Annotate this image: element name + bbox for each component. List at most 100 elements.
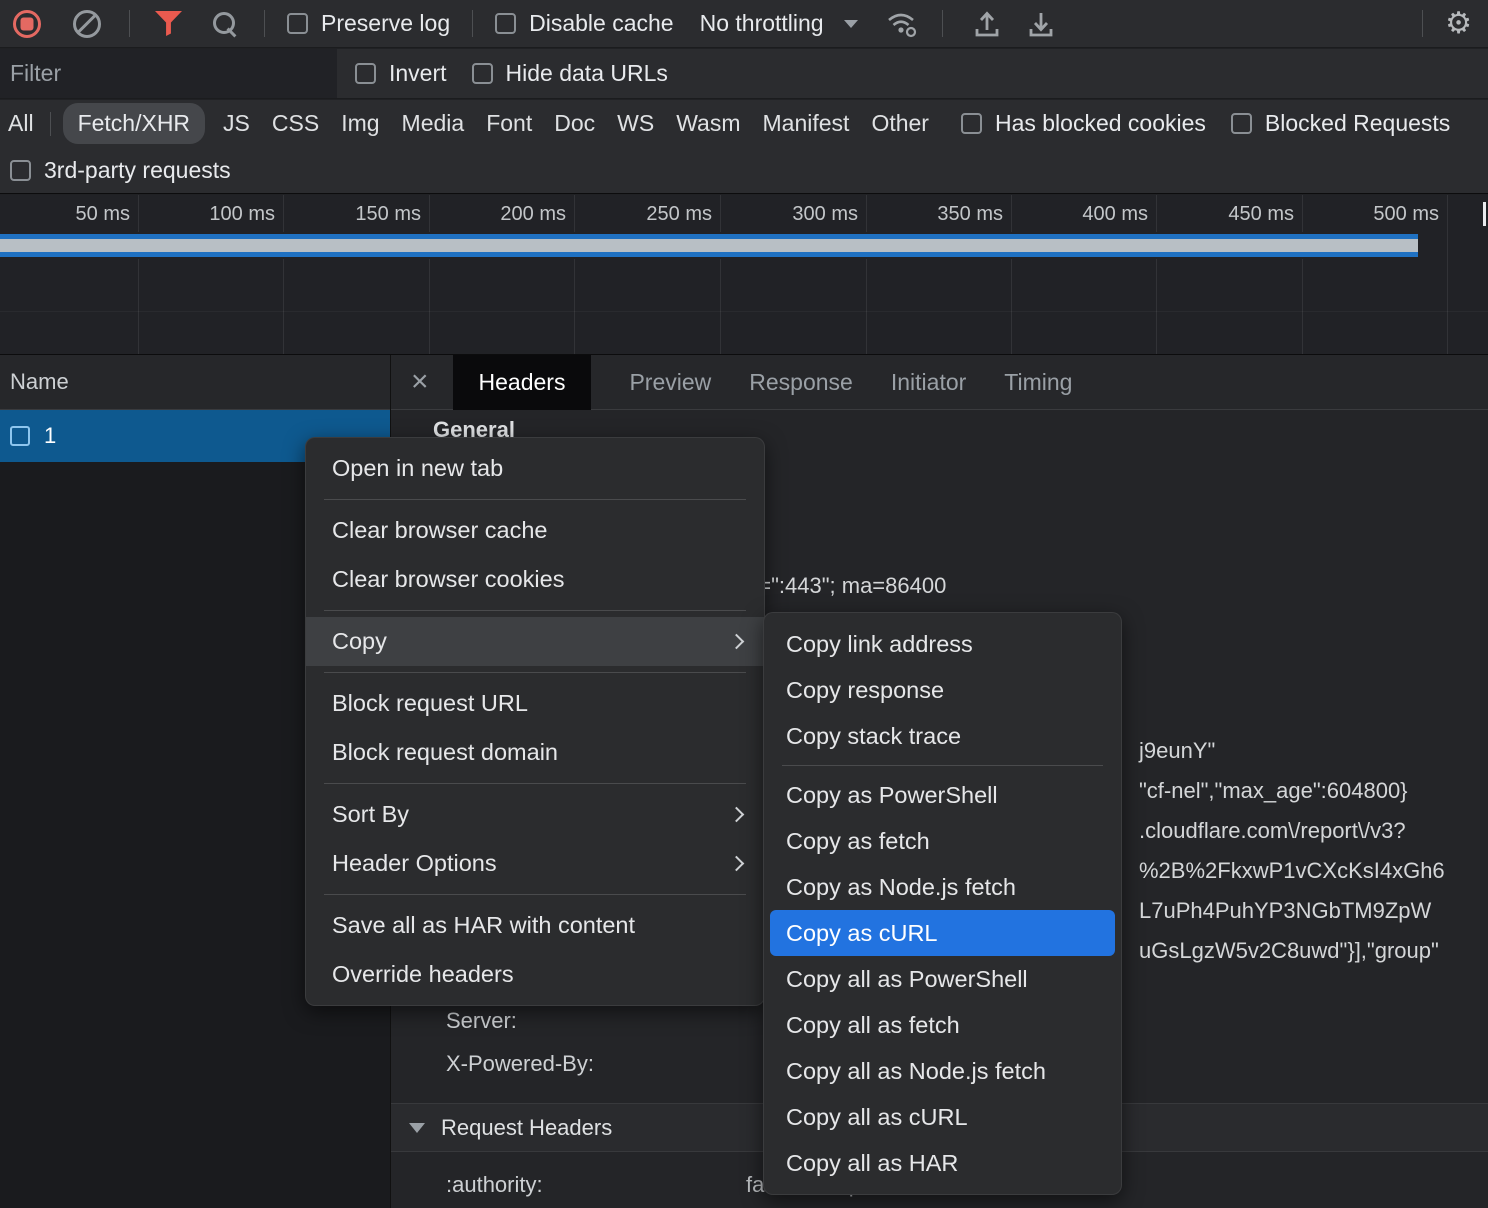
type-filter-js[interactable]: JS — [223, 110, 250, 137]
menu-item-label: Sort By — [332, 801, 409, 828]
submenu-item-copy-all-as-curl[interactable]: Copy all as cURL — [764, 1094, 1121, 1140]
has-blocked-cookies-checkbox[interactable] — [961, 113, 982, 134]
tab-timing[interactable]: Timing — [1004, 369, 1072, 396]
timeline-tick: 500 ms — [1339, 203, 1439, 226]
submenu-item-copy-all-as-nodejs-fetch[interactable]: Copy all as Node.js fetch — [764, 1048, 1121, 1094]
timeline-tick: 50 ms — [30, 203, 130, 226]
tab-initiator[interactable]: Initiator — [891, 369, 966, 396]
timeline-gridline — [720, 195, 721, 354]
settings-gear-icon[interactable]: ⚙ — [1445, 9, 1472, 39]
menu-item-label: Clear browser cookies — [332, 566, 564, 593]
name-column-label: Name — [10, 369, 69, 395]
submenu-item-copy-stack-trace[interactable]: Copy stack trace — [764, 713, 1121, 759]
menu-item-label: Copy — [332, 628, 387, 655]
blocked-requests-label: Blocked Requests — [1265, 110, 1450, 137]
menu-item-label: Copy stack trace — [786, 723, 961, 750]
menu-item-label: Override headers — [332, 961, 514, 988]
timeline-cursor — [1483, 202, 1486, 226]
type-filter-other[interactable]: Other — [871, 110, 929, 137]
hide-data-urls-checkbox[interactable] — [472, 63, 493, 84]
menu-item-open-in-new-tab[interactable]: Open in new tab — [306, 444, 764, 493]
submenu-item-copy-as-curl[interactable]: Copy as cURL — [770, 910, 1115, 956]
timeline-gridline — [429, 195, 430, 354]
menu-divider — [324, 783, 746, 784]
menu-item-label: Block request URL — [332, 690, 528, 717]
filter-toggle-icon[interactable] — [155, 11, 182, 36]
type-filter-manifest[interactable]: Manifest — [763, 110, 850, 137]
filter-placeholder: Filter — [10, 60, 61, 87]
tab-headers[interactable]: Headers — [453, 355, 592, 410]
submenu-item-copy-as-fetch[interactable]: Copy as fetch — [764, 818, 1121, 864]
tab-preview[interactable]: Preview — [629, 369, 711, 396]
preserve-log-checkbox[interactable] — [287, 13, 308, 34]
menu-item-override-headers[interactable]: Override headers — [306, 950, 764, 999]
timeline-gridline — [1156, 195, 1157, 354]
clear-network-log-button[interactable] — [73, 10, 101, 38]
submenu-item-copy-all-as-har[interactable]: Copy all as HAR — [764, 1140, 1121, 1186]
toolbar-divider — [942, 10, 943, 37]
type-filter-fetch-xhr[interactable]: Fetch/XHR — [63, 103, 205, 144]
has-blocked-cookies-label: Has blocked cookies — [995, 110, 1206, 137]
export-har-icon[interactable] — [1025, 8, 1057, 40]
import-har-icon[interactable] — [971, 8, 1003, 40]
submenu-item-copy-as-nodejs-fetch[interactable]: Copy as Node.js fetch — [764, 864, 1121, 910]
menu-item-save-all-as-har[interactable]: Save all as HAR with content — [306, 901, 764, 950]
invert-checkbox[interactable] — [355, 63, 376, 84]
request-row-checkbox[interactable] — [10, 426, 30, 446]
type-filter-media[interactable]: Media — [402, 110, 465, 137]
search-icon[interactable] — [211, 10, 239, 38]
server-header-label: Server: — [446, 1008, 517, 1034]
blocked-requests-checkbox[interactable] — [1231, 113, 1252, 134]
menu-item-clear-browser-cache[interactable]: Clear browser cache — [306, 506, 764, 555]
toolbar-divider — [472, 10, 473, 37]
timeline-gridline — [866, 195, 867, 354]
response-header-value-fragments: j9eunY" "cf-nel","max_age":604800} .clou… — [1139, 731, 1445, 971]
submenu-item-copy-response[interactable]: Copy response — [764, 667, 1121, 713]
submenu-item-copy-all-as-fetch[interactable]: Copy all as fetch — [764, 1002, 1121, 1048]
close-icon[interactable]: × — [411, 367, 429, 397]
submenu-item-copy-all-as-powershell[interactable]: Copy all as PowerShell — [764, 956, 1121, 1002]
menu-item-copy[interactable]: Copy — [306, 617, 764, 666]
menu-item-label: Copy as Node.js fetch — [786, 874, 1016, 901]
network-overview-timeline[interactable]: 50 ms 100 ms 150 ms 200 ms 250 ms 300 ms… — [0, 195, 1488, 355]
timeline-tick: 150 ms — [321, 203, 421, 226]
type-filter-img[interactable]: Img — [341, 110, 379, 137]
menu-item-block-request-domain[interactable]: Block request domain — [306, 728, 764, 777]
menu-item-label: Copy all as Node.js fetch — [786, 1058, 1046, 1085]
menu-item-label: Copy all as cURL — [786, 1104, 968, 1131]
context-menu: Open in new tab Clear browser cache Clea… — [305, 437, 765, 1006]
third-party-filter-row: 3rd-party requests — [0, 147, 1488, 194]
type-filter-all[interactable]: All — [8, 110, 34, 137]
name-column-header[interactable]: Name — [0, 355, 390, 410]
filter-input[interactable]: Filter — [0, 49, 337, 98]
type-filter-wasm[interactable]: Wasm — [676, 110, 740, 137]
menu-item-block-request-url[interactable]: Block request URL — [306, 679, 764, 728]
submenu-chevron-icon — [729, 807, 745, 823]
network-conditions-icon[interactable] — [886, 9, 920, 39]
type-filter-ws[interactable]: WS — [617, 110, 654, 137]
menu-item-header-options[interactable]: Header Options — [306, 839, 764, 888]
disable-cache-checkbox[interactable] — [495, 13, 516, 34]
menu-item-clear-browser-cookies[interactable]: Clear browser cookies — [306, 555, 764, 604]
throttling-select[interactable]: No throttling — [700, 10, 824, 37]
submenu-chevron-icon — [729, 634, 745, 650]
x-powered-by-header-label: X-Powered-By: — [446, 1051, 594, 1077]
menu-item-label: Copy link address — [786, 631, 973, 658]
overview-selection-bar[interactable] — [0, 232, 1418, 259]
record-network-log-button[interactable] — [13, 10, 41, 38]
disable-cache-label: Disable cache — [529, 10, 673, 37]
submenu-item-copy-as-powershell[interactable]: Copy as PowerShell — [764, 772, 1121, 818]
third-party-requests-checkbox[interactable] — [10, 160, 31, 181]
disclosure-triangle-icon — [409, 1123, 425, 1133]
menu-item-sort-by[interactable]: Sort By — [306, 790, 764, 839]
submenu-item-copy-link-address[interactable]: Copy link address — [764, 621, 1121, 667]
tab-response[interactable]: Response — [749, 369, 853, 396]
type-filter-css[interactable]: CSS — [272, 110, 319, 137]
type-filter-doc[interactable]: Doc — [554, 110, 595, 137]
type-filter-font[interactable]: Font — [486, 110, 532, 137]
menu-divider — [324, 672, 746, 673]
timeline-tick: 350 ms — [903, 203, 1003, 226]
chevron-down-icon[interactable] — [844, 20, 858, 28]
timeline-tick: 400 ms — [1048, 203, 1148, 226]
preserve-log-label: Preserve log — [321, 10, 450, 37]
